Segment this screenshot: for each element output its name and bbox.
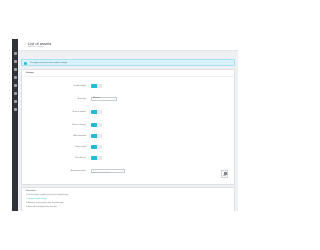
- breadcrumb: Modules / Configure: [28, 46, 45, 48]
- show-category-toggle[interactable]: [91, 122, 102, 127]
- enable-toggle[interactable]: [91, 83, 102, 88]
- orders-icon[interactable]: [13, 60, 17, 63]
- file-size-toggle[interactable]: [91, 155, 102, 160]
- form-row-file-size: Show file size: [22, 155, 234, 161]
- form-row-extensions: Allowed extensions pdf, zip, doc, docx S…: [22, 168, 234, 174]
- stats-icon[interactable]: [13, 108, 17, 111]
- toggle-on-segment: [91, 83, 97, 88]
- form-row-asset-type: Asset type All assets: [22, 96, 234, 102]
- modules-icon[interactable]: [13, 84, 17, 87]
- save-icon: [223, 172, 227, 175]
- info-line[interactable]: 1. Configure module settings: [26, 199, 46, 200]
- admin-window: List of assets Modules / Configure This …: [12, 39, 238, 211]
- info-title: Information: [26, 190, 36, 192]
- field-label: Show on product: [72, 110, 87, 113]
- field-label: Show file size: [75, 156, 86, 159]
- form-row-show-category: Show in category: [22, 122, 234, 128]
- info-alert: This page is a preview of the module's s…: [21, 59, 235, 66]
- dashboard-icon[interactable]: [13, 52, 17, 55]
- form-row-require-login: Require login: [22, 144, 234, 150]
- field-label: Allow download: [73, 134, 87, 137]
- allow-download-toggle[interactable]: [91, 133, 102, 138]
- info-panel: Information To use this module, enable t…: [21, 187, 235, 211]
- toggle-on-segment: [91, 109, 97, 114]
- form-row-show-product: Show on product: [22, 109, 234, 115]
- catalog-icon[interactable]: [13, 68, 17, 71]
- info-line: 3. Assets will be displayed on the front…: [26, 207, 58, 208]
- field-hint: Separate values with commas: [91, 173, 112, 174]
- panel-title: Settings: [26, 71, 34, 74]
- settings-icon[interactable]: [13, 100, 17, 103]
- customers-icon[interactable]: [13, 76, 17, 79]
- require-login-toggle[interactable]: [91, 144, 102, 149]
- info-line: To use this module, enable the asset lis…: [26, 195, 69, 196]
- form-row-enable: Enable module: [22, 83, 234, 89]
- toggle-on-segment: [91, 133, 97, 138]
- sidebar: [12, 39, 18, 211]
- toggle-on-segment: [91, 155, 97, 160]
- info-icon: [24, 61, 27, 65]
- panel-header: Settings: [22, 70, 234, 77]
- field-label: Require login: [75, 145, 86, 148]
- alert-text: This page is a preview of the module's s…: [30, 62, 68, 64]
- page-header: List of assets Modules / Configure: [18, 39, 238, 51]
- toggle-on-segment: [91, 144, 97, 149]
- settings-panel: Settings Enable module Asset type All as…: [21, 69, 235, 185]
- show-product-toggle[interactable]: [91, 109, 102, 114]
- form-row-allow-download: Allow download: [22, 133, 234, 139]
- design-icon[interactable]: [13, 92, 17, 95]
- toggle-on-segment: [91, 122, 97, 127]
- asset-type-select[interactable]: All assets: [91, 96, 117, 101]
- field-label: Asset type: [77, 97, 86, 100]
- field-label: Enable module: [74, 84, 86, 87]
- info-line: 2. Add assets to your products from the …: [26, 203, 64, 204]
- field-label: Allowed extensions: [70, 169, 86, 172]
- save-button[interactable]: Save: [221, 170, 228, 178]
- field-label: Show in category: [72, 123, 86, 126]
- extensions-input[interactable]: pdf, zip, doc, docx: [91, 168, 125, 173]
- save-label: Save: [222, 176, 227, 177]
